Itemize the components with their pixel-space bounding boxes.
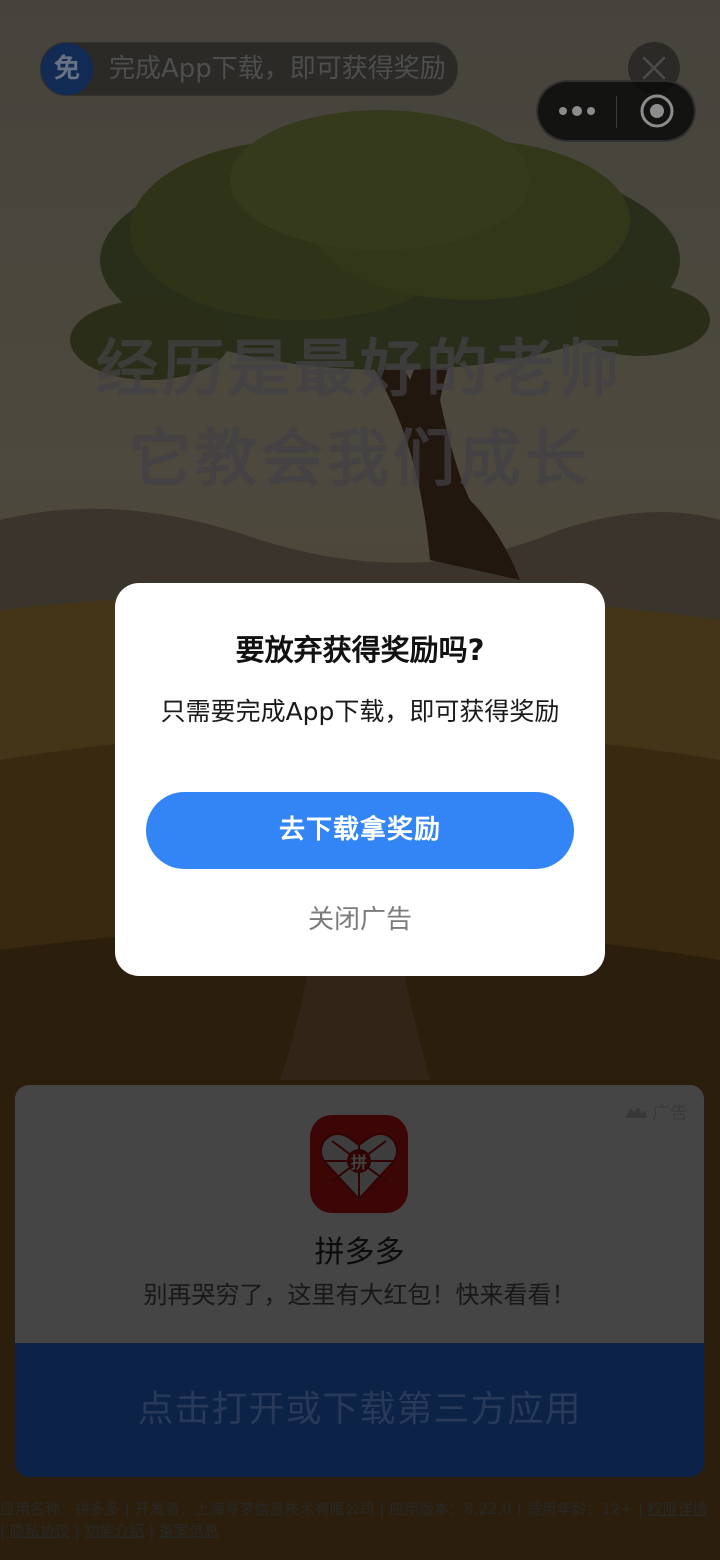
close-ad-link[interactable]: 关闭广告	[115, 899, 605, 936]
confirm-dialog: 要放弃获得奖励吗? 只需要完成App下载，即可获得奖励 去下载拿奖励 关闭广告	[115, 583, 605, 976]
dialog-title: 要放弃获得奖励吗?	[235, 633, 485, 667]
download-for-reward-button[interactable]: 去下载拿奖励	[146, 792, 574, 869]
dialog-description: 只需要完成App下载，即可获得奖励	[160, 697, 560, 726]
